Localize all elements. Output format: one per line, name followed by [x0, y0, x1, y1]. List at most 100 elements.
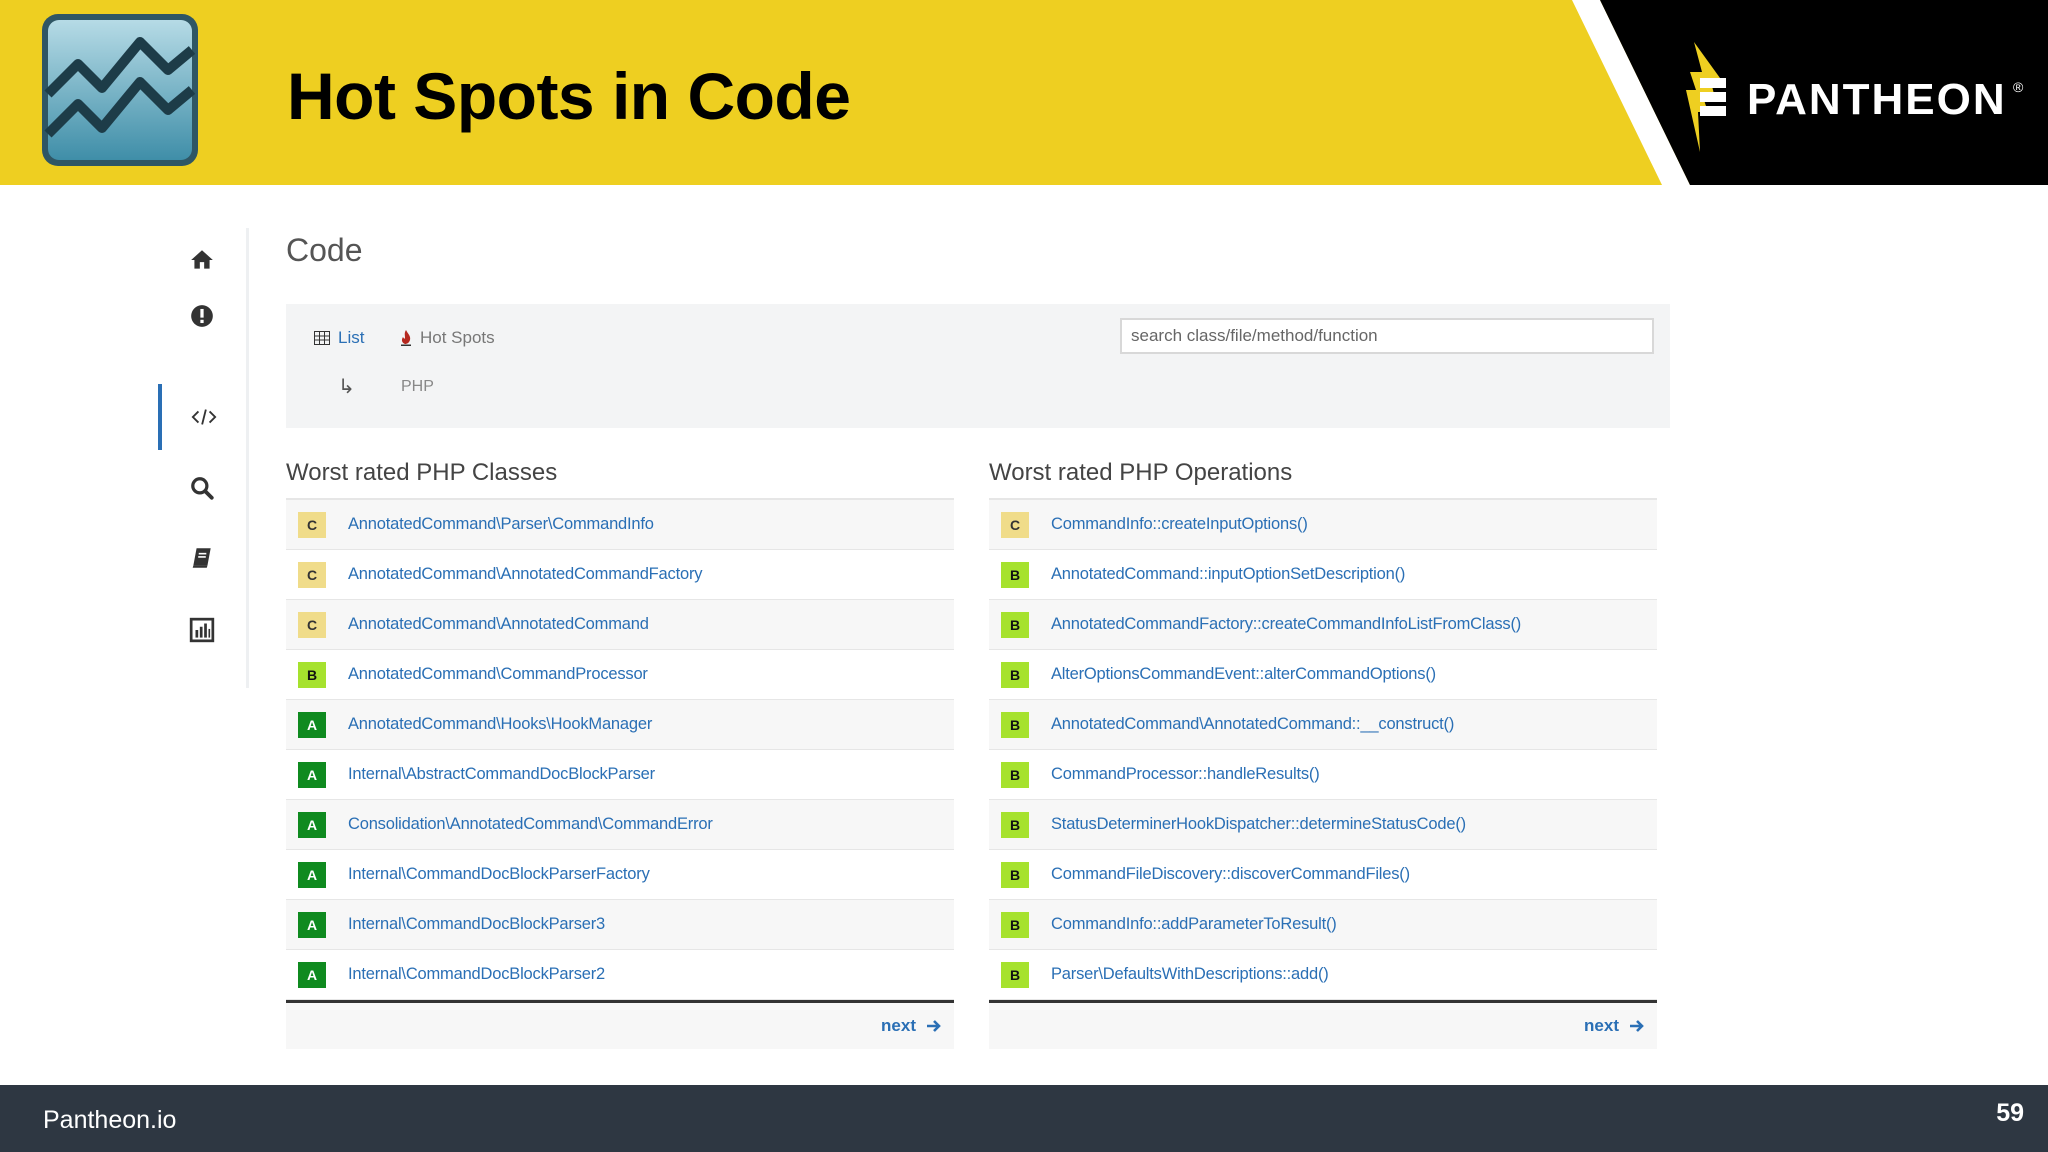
row-link[interactable]: AnnotatedCommand::inputOptionSetDescript… [1051, 565, 1405, 584]
pantheon-brand: PANTHEON ® [1680, 42, 2040, 152]
grade-badge: C [298, 511, 326, 538]
registered-mark: ® [2013, 79, 2024, 95]
row-link[interactable]: CommandInfo::addParameterToResult() [1051, 915, 1337, 934]
grade-badge: B [1001, 761, 1029, 788]
table-row: B CommandProcessor::handleResults() [989, 750, 1657, 800]
filter-toolbar: List Hot Spots ↳ PHP [286, 304, 1670, 428]
row-link[interactable]: Internal\CommandDocBlockParser3 [348, 915, 605, 934]
list-view-label: List [338, 328, 365, 347]
table-row: B Parser\DefaultsWithDescriptions::add() [989, 950, 1657, 1000]
app-logo-icon [40, 12, 200, 168]
footer-site: Pantheon.io [43, 1106, 177, 1134]
grade-badge: C [298, 611, 326, 638]
row-link[interactable]: AnnotatedCommand\AnnotatedCommand [348, 615, 649, 634]
lightning-icon [1686, 42, 1726, 152]
row-link[interactable]: AnnotatedCommand\Parser\CommandInfo [348, 515, 654, 534]
row-link[interactable]: Internal\AbstractCommandDocBlockParser [348, 765, 655, 784]
grade-badge: A [298, 911, 326, 938]
row-link[interactable]: CommandProcessor::handleResults() [1051, 765, 1320, 784]
row-link[interactable]: AnnotatedCommand\CommandProcessor [348, 665, 648, 684]
row-link[interactable]: CommandFileDiscovery::discoverCommandFil… [1051, 865, 1410, 884]
table-row: B AnnotatedCommand::inputOptionSetDescrip… [989, 550, 1657, 600]
app-sidebar [158, 228, 249, 688]
row-link[interactable]: AnnotatedCommandFactory::createCommandIn… [1051, 615, 1521, 634]
table-row: B AlterOptionsCommandEvent::alterCommandO… [989, 650, 1657, 700]
grade-badge: A [298, 961, 326, 988]
next-page-link[interactable]: next [1584, 1016, 1645, 1036]
operations-list: C CommandInfo::createInputOptions() B Annot… [989, 500, 1657, 1000]
table-row: B CommandFileDiscovery::discoverCommandFi… [989, 850, 1657, 900]
table-row: A Internal\AbstractCommandDocBlockParser [286, 750, 954, 800]
row-link[interactable]: Internal\CommandDocBlockParserFactory [348, 865, 650, 884]
grade-badge: B [1001, 811, 1029, 838]
grade-badge: B [1001, 961, 1029, 988]
grade-badge: C [298, 561, 326, 588]
row-link[interactable]: Parser\DefaultsWithDescriptions::add() [1051, 965, 1329, 984]
table-row: C CommandInfo::createInputOptions() [989, 500, 1657, 550]
worst-classes-panel: Worst rated PHP Classes C AnnotatedComman… [286, 456, 954, 1049]
table-row: B AnnotatedCommandFactory::createCommandI… [989, 600, 1657, 650]
language-filter-php[interactable]: PHP [401, 378, 434, 396]
table-row: A Internal\CommandDocBlockParser2 [286, 950, 954, 1000]
row-link[interactable]: AlterOptionsCommandEvent::alterCommandOp… [1051, 665, 1436, 684]
panel-footer: next [989, 1000, 1657, 1049]
panel-footer: next [286, 1000, 954, 1049]
row-link[interactable]: Consolidation\AnnotatedCommand\CommandEr… [348, 815, 713, 834]
subitem-arrow-icon: ↳ [338, 376, 355, 398]
grade-badge: A [298, 861, 326, 888]
row-link[interactable]: AnnotatedCommand\AnnotatedCommand::__con… [1051, 715, 1454, 734]
next-label: next [881, 1016, 916, 1035]
classes-list: C AnnotatedCommand\Parser\CommandInfo C Ann… [286, 500, 954, 1000]
panel-title: Worst rated PHP Classes [286, 456, 954, 500]
row-link[interactable]: StatusDeterminerHookDispatcher::determin… [1051, 815, 1466, 834]
table-row: C AnnotatedCommand\Parser\CommandInfo [286, 500, 954, 550]
alert-icon [191, 305, 213, 327]
arrow-right-icon [1630, 1020, 1644, 1032]
grade-badge: B [1001, 661, 1029, 688]
chart-icon [189, 617, 215, 643]
search-input[interactable] [1120, 318, 1654, 354]
nav-search[interactable] [158, 456, 246, 520]
nav-docs[interactable] [158, 526, 246, 590]
nav-reports[interactable] [158, 598, 246, 662]
table-row: B AnnotatedCommand\CommandProcessor [286, 650, 954, 700]
next-page-link[interactable]: next [881, 1016, 942, 1036]
panel-title: Worst rated PHP Operations [989, 456, 1657, 500]
grade-badge: B [1001, 561, 1029, 588]
row-link[interactable]: CommandInfo::createInputOptions() [1051, 515, 1308, 534]
row-link[interactable]: Internal\CommandDocBlockParser2 [348, 965, 605, 984]
slide-footer: Pantheon.io 59 [0, 1085, 2048, 1152]
grade-badge: B [298, 661, 326, 688]
page-number: 59 [1996, 1099, 2024, 1127]
table-row: A Internal\CommandDocBlockParserFactory [286, 850, 954, 900]
code-icon [191, 409, 217, 425]
row-link[interactable]: AnnotatedCommand\AnnotatedCommandFactory [348, 565, 702, 584]
nav-issues[interactable] [158, 284, 246, 348]
table-row: C AnnotatedCommand\AnnotatedCommandFactor… [286, 550, 954, 600]
list-view-link[interactable]: List [314, 328, 364, 348]
search-icon [191, 477, 214, 500]
nav-code[interactable] [158, 384, 246, 450]
grade-badge: A [298, 761, 326, 788]
table-row: C AnnotatedCommand\AnnotatedCommand [286, 600, 954, 650]
row-link[interactable]: AnnotatedCommand\Hooks\HookManager [348, 715, 652, 734]
home-icon [191, 250, 213, 269]
grade-badge: B [1001, 861, 1029, 888]
page-title: Code [286, 232, 363, 268]
hotspots-view-label: Hot Spots [420, 328, 495, 347]
brand-name: PANTHEON [1747, 75, 2007, 124]
nav-home[interactable] [158, 228, 246, 292]
next-label: next [1584, 1016, 1619, 1035]
table-icon [314, 331, 330, 345]
table-row: A Consolidation\AnnotatedCommand\CommandE… [286, 800, 954, 850]
grade-badge: B [1001, 611, 1029, 638]
hotspots-view-link[interactable]: Hot Spots [400, 328, 495, 348]
worst-operations-panel: Worst rated PHP Operations C CommandInfo:… [989, 456, 1657, 1049]
grade-badge: C [1001, 511, 1029, 538]
flame-icon [401, 330, 411, 346]
grade-badge: A [298, 711, 326, 738]
grade-badge: B [1001, 711, 1029, 738]
grade-badge: B [1001, 911, 1029, 938]
grade-badge: A [298, 811, 326, 838]
table-row: B AnnotatedCommand\AnnotatedCommand::__co… [989, 700, 1657, 750]
